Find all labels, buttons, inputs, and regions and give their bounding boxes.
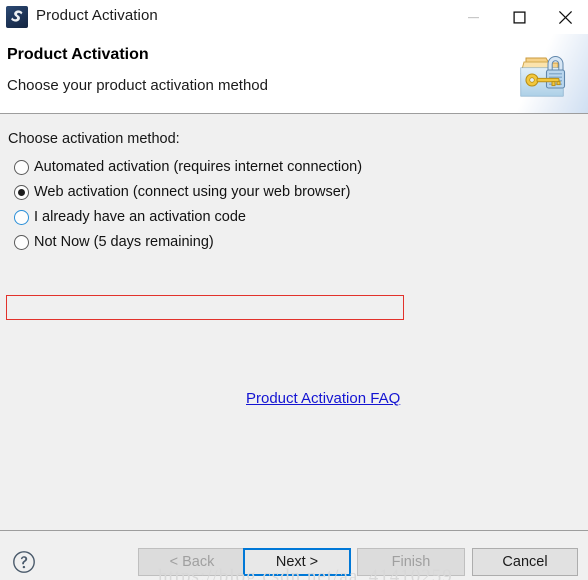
window-controls — [450, 0, 588, 34]
activation-method-radio-group: Automated activation (requires internet … — [14, 155, 454, 255]
main-content: Choose activation method: Automated acti… — [0, 114, 588, 530]
app-logo-icon — [6, 6, 28, 28]
close-button[interactable] — [542, 0, 588, 34]
title-bar: Product Activation — [0, 0, 588, 34]
button-bar: < Back Next > Finish Cancel — [0, 531, 588, 580]
radio-label-not-now: Not Now (5 days remaining) — [34, 234, 214, 251]
radio-option-have-activation-code[interactable]: I already have an activation code — [14, 205, 454, 230]
help-question-icon[interactable] — [11, 549, 37, 575]
radio-label-automated-activation: Automated activation (requires internet … — [34, 159, 363, 176]
page-title: Product Activation — [7, 46, 149, 63]
page-subtitle: Choose your product activation method — [7, 77, 268, 94]
cancel-button[interactable]: Cancel — [472, 548, 578, 576]
radio-label-have-activation-code: I already have an activation code — [34, 209, 246, 226]
page-header: Product Activation Choose your product a… — [0, 34, 588, 114]
finish-button[interactable]: Finish — [357, 548, 465, 576]
radio-option-web-activation[interactable]: Web activation (connect using your web b… — [14, 180, 454, 205]
minimize-button[interactable] — [450, 0, 496, 34]
product-activation-window: Product Activation Product Activation Ch… — [0, 0, 588, 580]
back-button[interactable]: < Back — [138, 548, 246, 576]
maximize-button[interactable] — [496, 0, 542, 34]
radio-button-not-now[interactable] — [14, 235, 29, 250]
radio-option-not-now[interactable]: Not Now (5 days remaining) — [14, 230, 454, 255]
next-button[interactable]: Next > — [243, 548, 351, 576]
radio-button-have-activation-code[interactable] — [14, 210, 29, 225]
radio-button-automated-activation[interactable] — [14, 160, 29, 175]
radio-option-automated-activation[interactable]: Automated activation (requires internet … — [14, 155, 454, 180]
radio-label-web-activation: Web activation (connect using your web b… — [34, 184, 351, 201]
annotation-highlight-rectangle — [6, 295, 404, 320]
radio-button-web-activation[interactable] — [14, 185, 29, 200]
folder-lock-key-icon — [500, 34, 588, 114]
window-title: Product Activation — [36, 7, 158, 24]
product-activation-faq-link[interactable]: Product Activation FAQ — [246, 390, 400, 407]
activation-method-label: Choose activation method: — [8, 131, 180, 147]
